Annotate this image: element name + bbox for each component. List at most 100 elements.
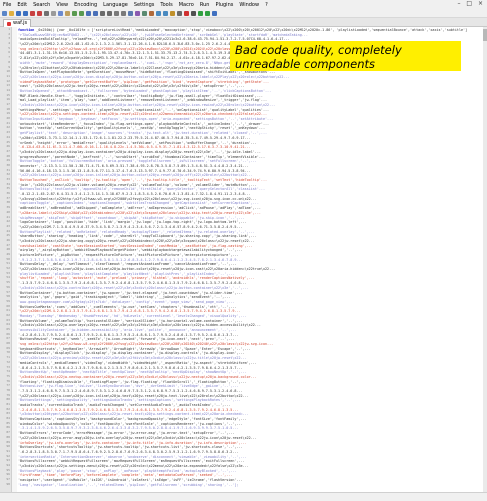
monitor-icon[interactable] (177, 10, 182, 16)
menu-encoding[interactable]: Encoding (71, 2, 100, 8)
code-text: '.4.2.8.6.1.3.7.9.5.2.4.8.6.1.3.7.9.5.2.… (18, 332, 239, 337)
menu-run[interactable]: Run (197, 2, 213, 8)
code-text: '\x3csvg\x20xmlns=\x22http:\x2f\x2fwww.w… (18, 196, 257, 201)
tab-bar: waf.js (0, 18, 487, 27)
code-text: '\x22\x20class=\x22jw-settings-content-i… (18, 112, 268, 117)
code-text: 'ButtonContainer','jw-button-container',… (18, 290, 243, 295)
code-text: '\x20aria-label=\x22Skip\x20Ad\x22\x20ta… (18, 210, 261, 215)
code-text: '\x20role=\x22button\x22\x20tabindex=\x2… (18, 65, 263, 70)
sync-h-icon[interactable] (121, 10, 126, 16)
code-text: '\x22\x20class=\x22jw-icon\x20jw-icon-in… (18, 173, 253, 178)
menu-view[interactable]: View (53, 2, 71, 8)
code-text: 'ButtonsDelay','_delay','setTimeout','cl… (18, 262, 237, 267)
open-icon[interactable] (9, 10, 14, 16)
menu-file[interactable]: File (0, 2, 14, 8)
code-text: 'join','\x20\x22class=\x22jw-slider-volu… (18, 182, 257, 187)
code-text: '\x20d=\x22M21.3.73-1.12.14-1.1.53-1.72.… (18, 135, 251, 140)
fold-margin[interactable] (12, 27, 17, 492)
new-icon[interactable] (2, 10, 7, 16)
function-list-icon[interactable] (163, 10, 168, 16)
code-text: 'ButtonsPlayback','play','pause','stop',… (18, 468, 237, 473)
save-macro-icon[interactable] (212, 10, 217, 16)
code-text: '\x3cdiv\x20class=\x22jw-icon\x20jw-icon… (18, 103, 276, 107)
zoom-out-icon[interactable] (107, 10, 112, 16)
replace-icon[interactable] (93, 10, 98, 16)
code-text: '.0.12.2.1.45.2.87.6.4.31.5.3.4.1.2.3.14… (18, 192, 251, 197)
code-area[interactable]: function _0x250b() {var _0x4101fe = ['sc… (18, 28, 484, 491)
menu-search[interactable]: Search (30, 2, 53, 8)
cut-icon[interactable] (51, 10, 56, 16)
save-all-icon[interactable] (23, 10, 28, 16)
code-text: '\x3cbutton\x20type=\x22button\x22\x20cl… (18, 412, 249, 417)
code-text: '44.48l-3.1.1.31.19.6c16.13.55-1.5.2.5-1… (18, 51, 259, 56)
menu-window[interactable]: Window (236, 2, 262, 8)
code-text: 'firstFrame','time','beforePlay','before… (18, 473, 233, 478)
udl-icon[interactable] (149, 10, 154, 16)
code-text: 'Lang','navigator','localization','..','… (18, 482, 239, 487)
window-controls[interactable]: – □ × (457, 0, 485, 7)
scrollbar-thumb[interactable] (483, 29, 487, 41)
code-text: 'ButtonsCueMarks','cues','addCues','_cue… (18, 304, 237, 309)
code-text: '\x22\x20class=\x22jw-preview\x20jw-rese… (18, 356, 247, 361)
code-text: '\x3cdiv\x20class=\x22jw-display-icon-co… (18, 149, 261, 154)
code-text: 'shuffle','repeat','loop','autostart','m… (18, 276, 255, 281)
code-text: 'ButtonsPlaylist','related','onRelated',… (18, 229, 255, 234)
code-text: 'ButtonsShortcuts','shortcutsTooltip','j… (18, 445, 243, 450)
copy-icon[interactable] (58, 10, 63, 16)
menu-edit[interactable]: Edit (14, 2, 30, 8)
code-text: 'getPlaylist','text','description','imag… (18, 131, 268, 136)
run-multi-icon[interactable] (205, 10, 210, 16)
code-text: 'ButtonsFullscreen','webkitRequestFullsc… (18, 459, 245, 464)
redo-icon[interactable] (79, 10, 84, 16)
code-text: 'accessibilityContainer','jw-hidden-acce… (18, 328, 237, 332)
line-number: 98 (6, 481, 10, 486)
stop-icon[interactable] (191, 10, 196, 16)
code-text: 'ButtonsNextUp','nextUpHeader','nextUpTi… (18, 370, 247, 375)
tab-waf-js[interactable]: waf.js (3, 19, 32, 27)
code-text: 'rTXwCuaBLwwvGBfcOj=ecNaSFQbD2...','\x22… (18, 32, 308, 37)
code-text: '\x22\x20d=\x22M.7.1.3.8.4.9.5.6.37.9.3.… (18, 224, 243, 229)
code-text: 'castAvailable','castState','castSession… (18, 243, 253, 248)
undo-icon[interactable] (72, 10, 77, 16)
close-all-icon[interactable] (37, 10, 42, 16)
code-text: 'intersectionRatio','IntersectionObserve… (18, 454, 247, 459)
play-icon[interactable] (198, 10, 203, 16)
code-text: 'windowColor','windowOpacity','color','f… (18, 421, 243, 426)
doc-map-icon[interactable] (156, 10, 161, 16)
indent-guide-icon[interactable] (142, 10, 147, 16)
code-text: 'keyboardShortcuts','_keyHandler','Arrow… (18, 346, 251, 351)
code-text: '.9.1.2.3.7.1.3.8.5.6.4.2.1.9.7.1.2.8.4.… (18, 257, 243, 262)
code-text: 'ButtonInputLabel','keydown','_keydown',… (18, 117, 274, 122)
code-text: 'ancestor','.2.13.3.1.11.50.1.38.71.4.71… (18, 163, 249, 168)
keyword-function: function (18, 28, 35, 32)
menu-plugins[interactable]: Plugins (212, 2, 236, 8)
code-text: 'ButtonsRewind','rewind','seek','_seekTo… (18, 337, 235, 342)
wrap-icon[interactable] (128, 10, 133, 16)
print-icon[interactable] (44, 10, 49, 16)
code-text: 'pictureInPicture','_pipButton','request… (18, 253, 239, 257)
menu-tools[interactable]: Tools (157, 2, 175, 8)
code-text: 'settingsMenu','.settings','controls','_… (18, 107, 270, 112)
all-chars-icon[interactable] (135, 10, 140, 16)
menu-help[interactable]: ? (262, 2, 271, 8)
code-text: 'navigator','userAgent','isMobile','isIO… (18, 478, 243, 482)
paste-icon[interactable] (65, 10, 70, 16)
code-text: '56.06.4.16.4.18.13.3.1.5.16.13.1.8.5.6.… (18, 168, 251, 173)
code-editor[interactable]: 1 2 3 4 5 6 7 8 9 10 11 12 13 14 15 16 17 18 19 20 21 22 23 24 2… (0, 27, 487, 492)
code-text: 'ButtonTouched','_onClick','tooltip','jw… (18, 178, 268, 182)
menu-macro[interactable]: Macro (176, 2, 197, 8)
find-icon[interactable] (86, 10, 91, 16)
menu-settings[interactable]: Settings (131, 2, 158, 8)
save-icon[interactable] (16, 10, 21, 16)
sync-v-icon[interactable] (114, 10, 119, 16)
folder-workspace-icon[interactable] (170, 10, 175, 16)
tab-label: waf.js (13, 20, 28, 26)
vertical-scrollbar[interactable] (483, 27, 487, 492)
code-text: '\x22\x20class=\x22jw-icon\x20jw-icon-di… (18, 74, 290, 79)
menu-language[interactable]: Language (100, 2, 131, 8)
zoom-in-icon[interactable] (100, 10, 105, 16)
code-text: '\x22\x20d=\x22M.4.2.6.8.1.3.5.7.9.4.2.6… (18, 309, 241, 314)
close-icon[interactable] (30, 10, 35, 16)
code-text: 'skipMessage','skipText','skipOffset','c… (18, 215, 245, 220)
record-icon[interactable] (184, 10, 189, 16)
